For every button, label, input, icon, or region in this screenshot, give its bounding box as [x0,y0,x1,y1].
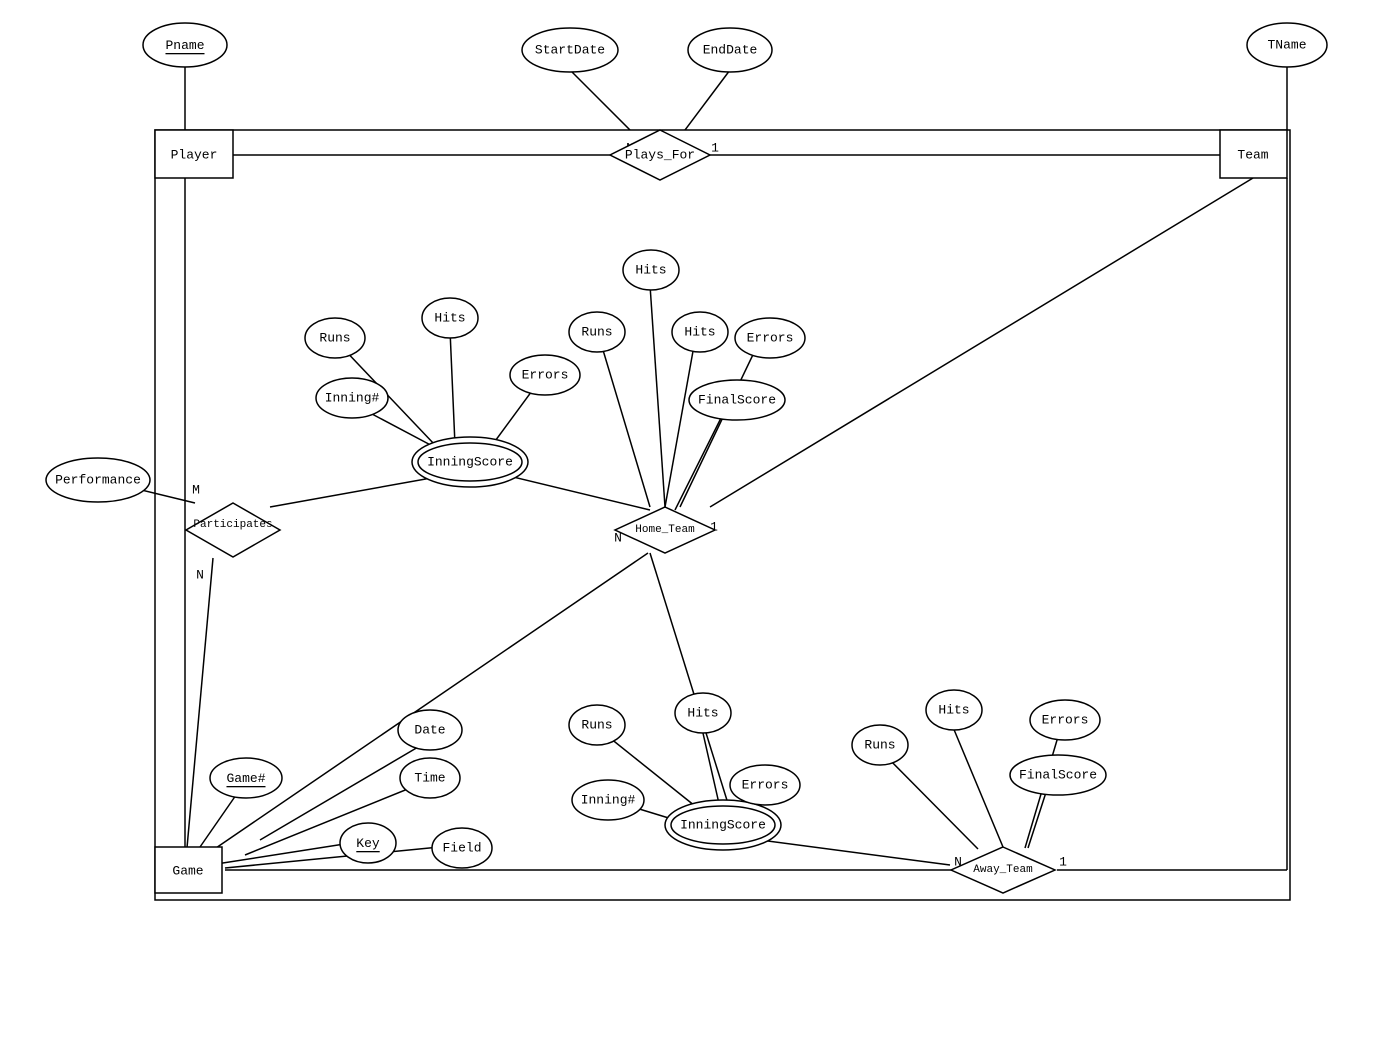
hits-upperleft-label: Hits [434,311,465,326]
enddate-label: EndDate [703,43,758,58]
hits-inner-hometeam [665,340,695,507]
hits-lower-label: Hits [687,706,718,721]
team-label: Team [1237,148,1268,163]
tname-label: TName [1267,38,1306,53]
runs-mid-label: Runs [581,325,612,340]
runs-away-line [880,750,978,849]
startdate-line [570,70,630,130]
runs-upper-label: Runs [319,331,350,346]
finalscore-upper-label: FinalScore [698,393,776,408]
errors-right-label: Errors [747,331,794,346]
participates-m-label: M [192,483,200,498]
field-label: Field [442,841,481,856]
hits-top-label: Hits [635,263,666,278]
participates-label: Participates [193,519,272,531]
participates-n-label: N [196,568,204,583]
inning-lower-label: Inning# [581,793,636,808]
inningscore-lower-label: InningScore [680,818,766,833]
away-team-label: Away_Team [973,864,1033,876]
inningscore-upper-label: InningScore [427,455,513,470]
hits-top-hometeam [650,285,665,507]
finalscore-away-label: FinalScore [1019,768,1097,783]
hits-inner-label: Hits [684,325,715,340]
plays-for-1-label: 1 [711,141,719,156]
player-label: Player [171,148,218,163]
pname-label: Pname [165,38,204,53]
errors-right-hometeam [680,340,760,507]
performance-label: Performance [55,473,141,488]
inningscore-lower-awayteam [760,840,950,865]
plays-for-label: Plays_For [625,148,695,163]
inning-upper-label: Inning# [325,391,380,406]
runs-away-label: Runs [864,738,895,753]
date-label: Date [414,723,445,738]
runs-lower-label: Runs [581,718,612,733]
hometeam-inningscore-lower [650,553,730,810]
awayteam-1-label: 1 [1059,855,1067,870]
runs-mid-hometeam [600,340,650,507]
errors-away-label: Errors [1042,713,1089,728]
game-participates-line [185,558,213,870]
startdate-label: StartDate [535,43,605,58]
home-team-label: Home_Team [635,524,695,536]
time-label: Time [414,771,445,786]
hits-upperleft-line [450,330,455,445]
hometeam-inningscore-upper [505,475,650,510]
enddate-line [685,70,730,130]
game-hash-label: Game# [226,771,265,786]
game-label: Game [172,864,203,879]
key-label: Key [356,836,380,851]
errors-lower-label: Errors [742,778,789,793]
er-diagram: N 1 M N N 1 N 1 Player Team Game Plays_F… [0,0,1384,1050]
hits-away-label: Hits [938,703,969,718]
participates-inningscore-line [270,475,448,507]
errors-upper-label: Errors [522,368,569,383]
